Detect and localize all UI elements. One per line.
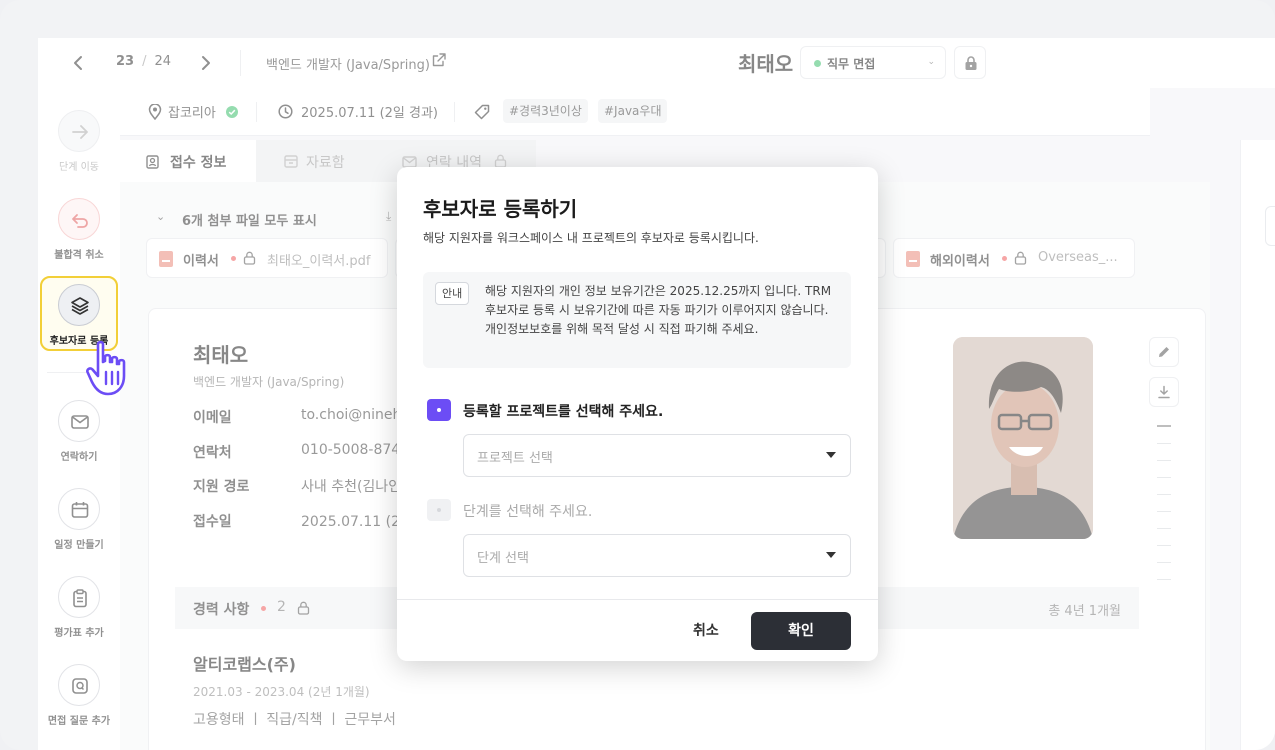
rail-circle <box>58 284 100 326</box>
notice-badge: 안내 <box>435 282 470 305</box>
notice-text: 해당 지원자의 개인 정보 보유기간은 2025.12.25까지 입니다. TR… <box>485 284 832 336</box>
hand-pointer-icon <box>86 340 126 396</box>
project-select[interactable]: 프로젝트 선택 <box>463 434 851 477</box>
caret-down-icon <box>826 452 836 458</box>
step-2-indicator <box>427 499 451 521</box>
stage-select-placeholder: 단계 선택 <box>477 551 529 566</box>
step-2-label: 단계를 선택해 주세요. <box>463 504 593 520</box>
step-1-label: 등록할 프로젝트를 선택해 주세요. <box>463 404 664 420</box>
caret-down-icon <box>826 552 836 558</box>
layers-icon <box>71 297 89 315</box>
cancel-button[interactable]: 취소 <box>693 620 719 640</box>
project-select-placeholder: 프로젝트 선택 <box>477 451 553 466</box>
privacy-notice: 안내 해당 지원자의 개인 정보 보유기간은 2025.12.25까지 입니다.… <box>423 272 851 368</box>
register-candidate-modal: 후보자로 등록하기 해당 지원자를 워크스페이스 내 프로젝트의 후보자로 등록… <box>397 167 878 661</box>
confirm-button[interactable]: 확인 <box>751 612 851 650</box>
modal-footer: 취소 확인 <box>397 599 878 661</box>
modal-title: 후보자로 등록하기 <box>423 197 578 221</box>
modal-subtitle: 해당 지원자를 워크스페이스 내 프로젝트의 후보자로 등록시킵니다. <box>423 231 759 245</box>
step-1-indicator <box>427 399 451 421</box>
stage-select-dropdown[interactable]: 단계 선택 <box>463 534 851 577</box>
